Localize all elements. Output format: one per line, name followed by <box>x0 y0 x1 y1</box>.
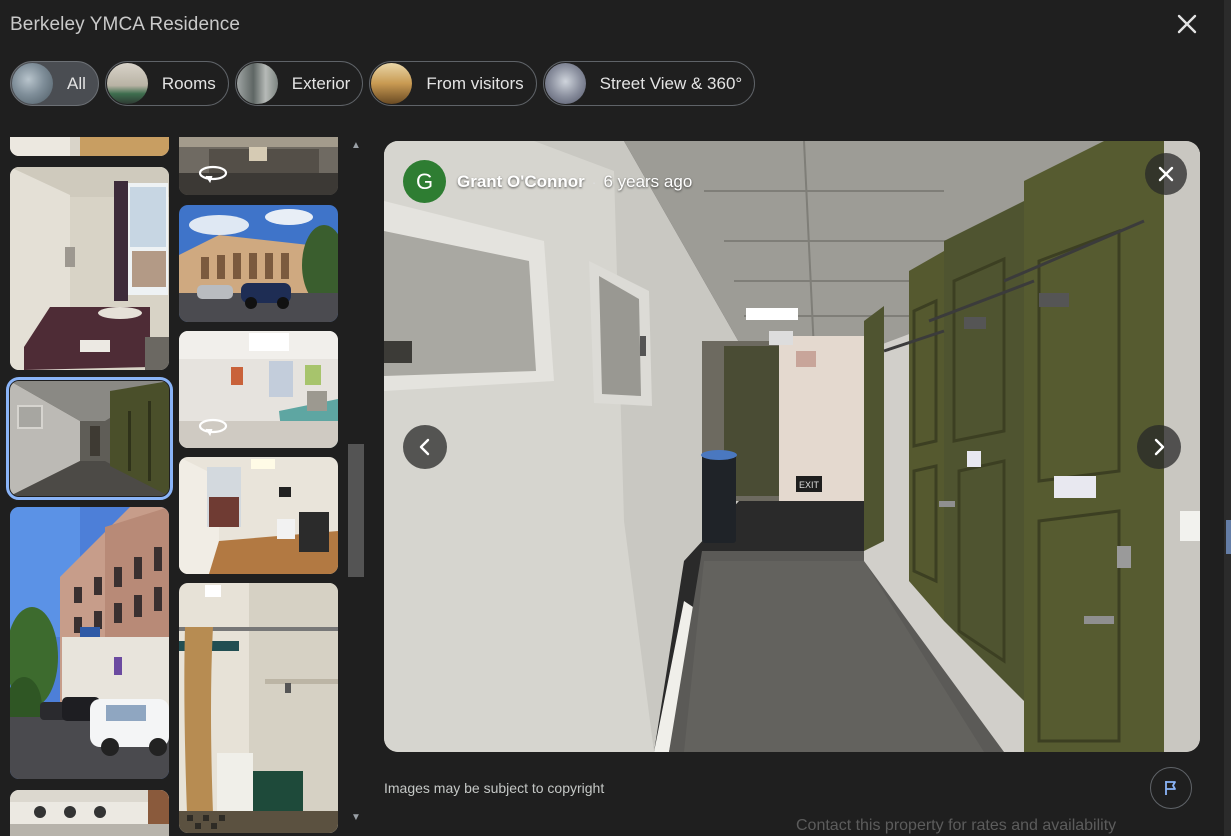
svg-text:EXIT: EXIT <box>799 480 820 490</box>
chip-from-visitors[interactable]: From visitors <box>369 61 537 106</box>
chip-street-view-360[interactable]: Street View & 360° <box>542 61 756 106</box>
360-view-icon <box>198 165 228 184</box>
gallery-scrollbar[interactable]: ▲ ▼ <box>347 137 365 827</box>
chip-exterior[interactable]: Exterior <box>234 61 364 106</box>
chip-thumbnail <box>106 63 148 104</box>
main-photo-viewer[interactable]: EXIT G Grant O'Connor · 6 years ago <box>384 141 1200 752</box>
photo-thumbnail[interactable] <box>179 457 338 574</box>
chip-thumbnail <box>371 63 413 104</box>
photo-thumbnail-360[interactable] <box>179 331 338 448</box>
chip-label: Street View & 360° <box>599 73 743 93</box>
photo-thumbnail-360[interactable] <box>179 137 338 195</box>
separator-dot: · <box>591 173 597 190</box>
photo-thumbnail[interactable] <box>10 790 169 836</box>
close-icon <box>1158 166 1174 182</box>
scroll-down-arrow-icon[interactable]: ▼ <box>350 813 362 823</box>
chip-label: Exterior <box>291 73 351 93</box>
360-view-icon <box>198 418 228 437</box>
photo-viewer-header: Berkeley YMCA Residence <box>0 0 1231 52</box>
scrollbar-thumb[interactable] <box>348 444 364 577</box>
author-name[interactable]: Grant O'Connor <box>457 172 585 192</box>
background-page-edge <box>1224 0 1231 836</box>
photo-filter-chips: All Rooms Exterior From visitors Street … <box>10 61 756 106</box>
photo-author: G Grant O'Connor · 6 years ago <box>403 160 692 203</box>
photo-thumbnail-selected[interactable] <box>6 377 173 500</box>
chip-thumbnail <box>544 63 586 104</box>
photo-thumbnail[interactable] <box>10 507 169 779</box>
photo-age: 6 years ago <box>603 171 693 191</box>
photo-thumbnail[interactable] <box>10 167 169 370</box>
hallway-photo: EXIT <box>384 141 1200 752</box>
chip-label: Rooms <box>161 73 216 93</box>
copyright-notice: Images may be subject to copyright <box>384 780 605 796</box>
next-photo-button[interactable] <box>1137 425 1181 469</box>
photo-thumbnail[interactable] <box>179 205 338 322</box>
photo-thumbnail[interactable] <box>179 583 338 833</box>
photo-gallery <box>0 137 347 836</box>
chevron-right-icon <box>1154 438 1165 456</box>
viewer-close-button[interactable] <box>1145 153 1187 195</box>
photo-thumbnail[interactable] <box>10 137 169 156</box>
page-title: Berkeley YMCA Residence <box>10 14 241 35</box>
background-page-text: Contact this property for rates and avai… <box>796 817 1117 834</box>
report-photo-button[interactable] <box>1150 767 1192 809</box>
chip-label: From visitors <box>426 73 524 93</box>
chevron-left-icon <box>419 438 430 456</box>
flag-icon <box>1165 781 1176 795</box>
previous-photo-button[interactable] <box>403 425 447 469</box>
chip-label: All <box>67 73 86 93</box>
chip-thumbnail <box>12 63 53 104</box>
avatar[interactable]: G <box>403 160 446 203</box>
close-icon[interactable] <box>1173 10 1201 38</box>
scroll-up-arrow-icon[interactable]: ▲ <box>350 141 362 151</box>
chip-thumbnail <box>236 63 278 104</box>
chip-all[interactable]: All <box>10 61 99 106</box>
background-page-accent <box>1226 520 1231 554</box>
chip-rooms[interactable]: Rooms <box>104 61 229 106</box>
